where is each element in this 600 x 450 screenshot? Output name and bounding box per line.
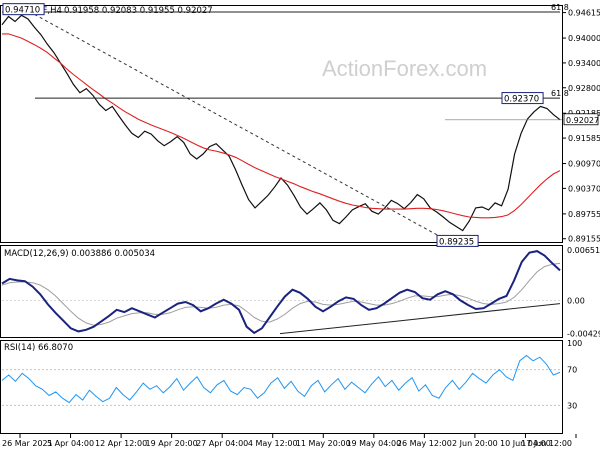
x-tick-label: 26 May 12:00 [397, 439, 452, 448]
last-price-label: 0.92027 [566, 116, 599, 125]
price-y-tick-label: 0.94000 [568, 34, 600, 43]
rsi-y-tick-label: 30 [567, 401, 577, 410]
x-tick-label: 11 May 20:00 [296, 439, 351, 448]
label-high-092370: 0.92370 [504, 95, 539, 105]
rsi-y-tick-label: 100 [567, 339, 582, 348]
x-tick-label: 12 Apr 12:00 [95, 439, 147, 448]
price-y-tick-label: 0.90370 [568, 184, 600, 193]
macd-y-tick-label: 0.006511 [567, 246, 600, 255]
x-tick-label: 17 Jun 12:00 [521, 439, 572, 448]
chart-background [0, 0, 600, 450]
macd-y-tick-label: -0.004298 [567, 330, 600, 339]
macd-title: MACD(12,26,9) 0.003886 0.005034 [4, 249, 155, 259]
price-y-tick-label: 0.89755 [568, 210, 600, 219]
macd-y-tick-label: 0.00 [567, 296, 585, 305]
fib-label-2: 61.8 [551, 89, 569, 98]
price-y-tick-label: 0.90970 [568, 160, 600, 169]
price-y-tick-label: 0.93400 [568, 59, 600, 68]
x-tick-label: 5 Apr 04:00 [47, 439, 94, 448]
price-y-tick-label: 0.91585 [568, 134, 600, 143]
label-high-094710: 0.94710 [5, 6, 40, 16]
rsi-y-tick-label: 70 [567, 366, 577, 375]
x-tick-label: 19 Apr 20:00 [146, 439, 198, 448]
price-y-tick-label: 0.94615 [568, 9, 600, 18]
rsi-title: RSI(14) 66.8070 [4, 343, 73, 353]
fib-label-1: 61.8 [551, 3, 569, 12]
label-low-089235: 0.89235 [439, 237, 474, 247]
price-y-tick-label: 0.92800 [568, 84, 600, 93]
x-tick-label: 4 May 12:00 [248, 439, 298, 448]
x-tick-label: 27 Apr 04:00 [196, 439, 248, 448]
x-tick-label: 26 Mar 2021 [2, 439, 53, 448]
x-tick-label: 2 Jun 20:00 [452, 439, 498, 448]
price-y-tick-label: 0.89155 [568, 235, 600, 244]
header-ohlc: 0.91958 0.92083 0.91955 0.92027 [64, 6, 213, 16]
watermark-text: ActionForex.com [322, 56, 487, 81]
chart-svg: ActionForex.com USDCHF,H4 0.91958 0.9208… [0, 0, 600, 450]
x-tick-label: 19 May 04:00 [346, 439, 401, 448]
